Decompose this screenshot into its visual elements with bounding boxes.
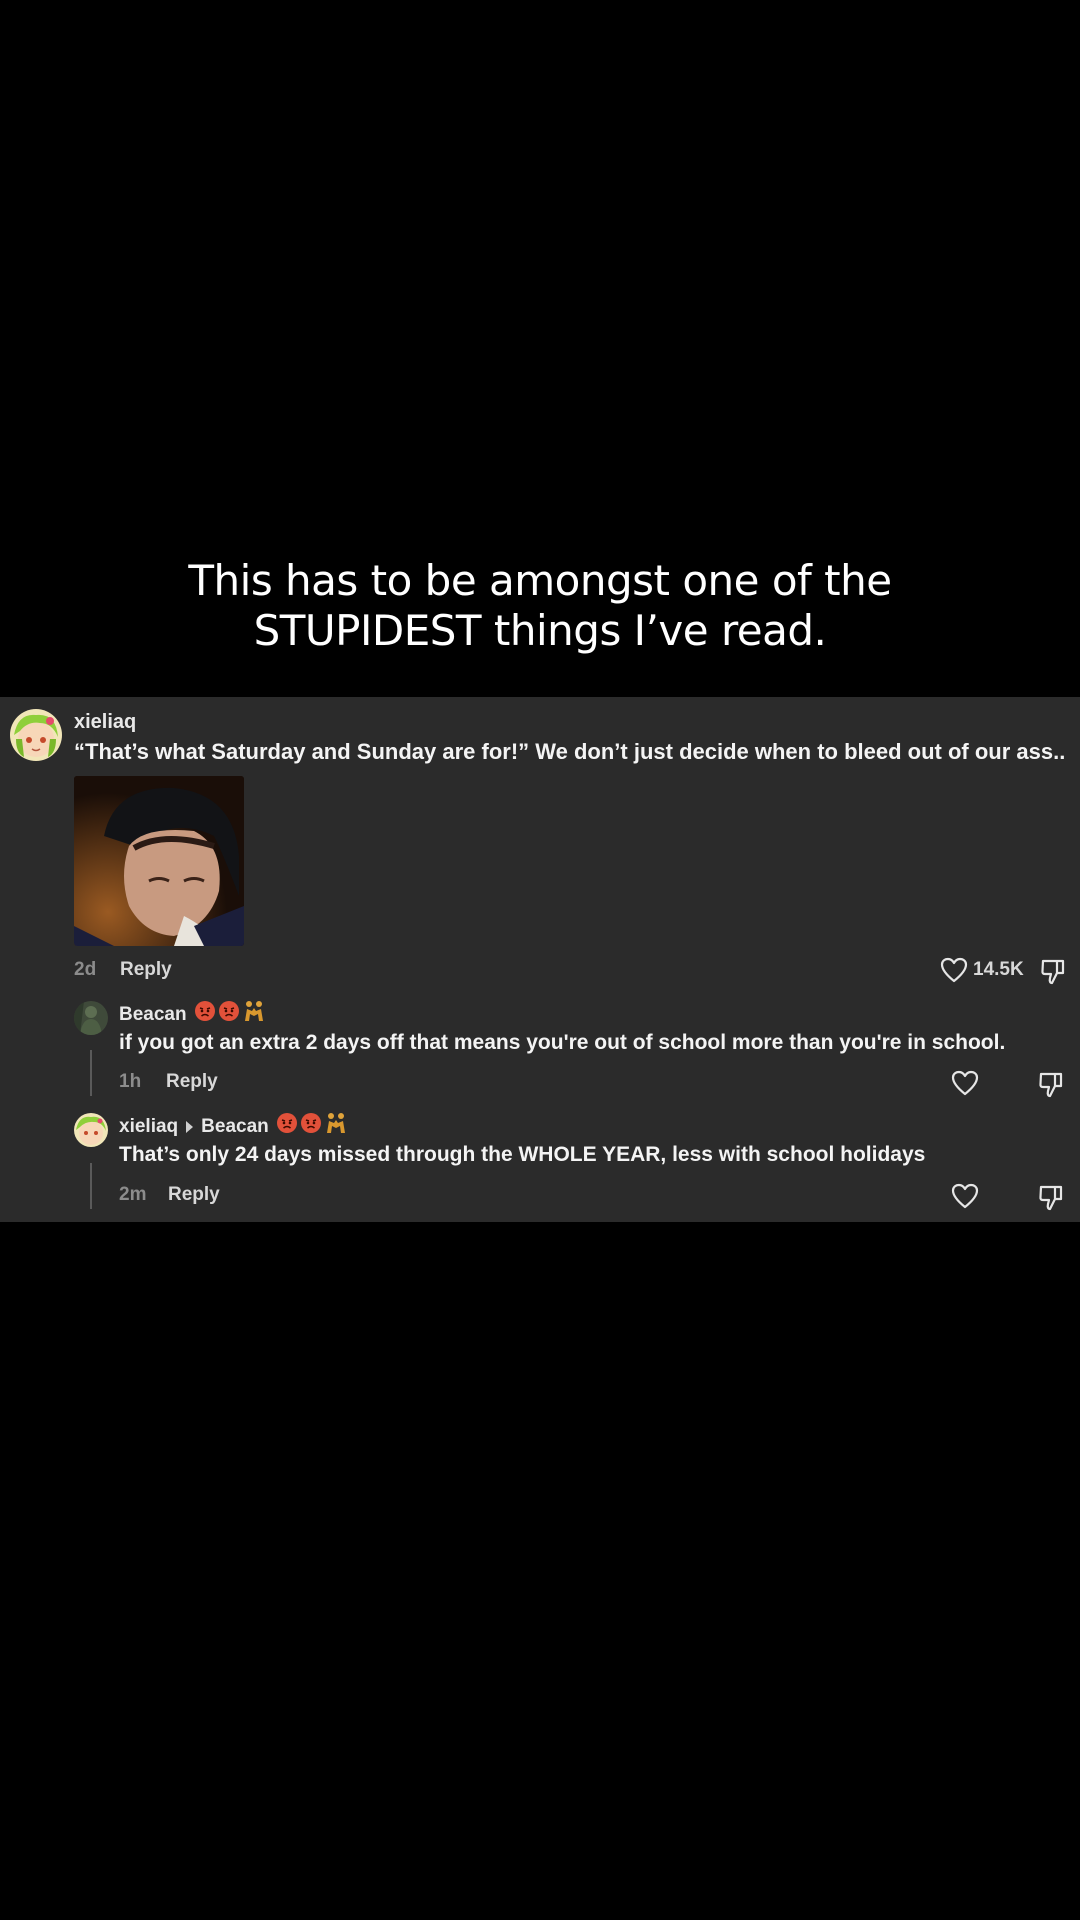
people-wrestling-emoji — [242, 1000, 266, 1030]
reply-2-username[interactable]: xieliaq — [119, 1116, 178, 1137]
reply-2-reply-to[interactable]: Beacan — [201, 1116, 269, 1137]
avatar-image — [10, 709, 62, 761]
reply-1-reply-button[interactable]: Reply — [166, 1071, 218, 1093]
reply-1-text: if you got an extra 2 days off that mean… — [119, 1031, 1006, 1054]
people-wrestling-emoji — [324, 1112, 348, 1142]
heart-icon[interactable] — [951, 1183, 979, 1209]
reply-2-time: 2m — [119, 1184, 147, 1205]
thread-line — [90, 1163, 92, 1209]
reply-2-text: That’s only 24 days missed through the W… — [119, 1143, 926, 1166]
angry-face-emoji — [300, 1112, 322, 1142]
caption-line-1: This has to be amongst one of the — [188, 556, 892, 605]
caption-line-2: STUPIDEST things I’ve read. — [253, 606, 827, 655]
reply-1-username-text[interactable]: Beacan — [119, 1004, 187, 1025]
comment-time: 2d — [74, 959, 97, 980]
avatar-image — [74, 1001, 108, 1035]
reply-button[interactable]: Reply — [120, 959, 172, 981]
thumbs-down-icon[interactable] — [1040, 957, 1066, 985]
like-count: 14.5K — [973, 959, 1024, 980]
thread-line — [90, 1050, 92, 1096]
reply-2-reply-button[interactable]: Reply — [168, 1184, 220, 1206]
thumbs-down-icon[interactable] — [1038, 1070, 1064, 1098]
reply-1-time: 1h — [119, 1071, 142, 1092]
caret-right-icon — [186, 1121, 194, 1133]
reply-1-username: Beacan — [119, 1000, 266, 1030]
angry-face-emoji — [194, 1000, 216, 1030]
heart-icon[interactable] — [940, 957, 968, 983]
thumbs-down-icon[interactable] — [1038, 1183, 1064, 1211]
angry-face-emoji — [218, 1000, 240, 1030]
comment-text: “That’s what Saturday and Sunday are for… — [74, 739, 1066, 764]
comment-username[interactable]: xieliaq — [74, 709, 136, 735]
avatar[interactable] — [74, 1113, 108, 1147]
avatar-image — [74, 1113, 108, 1147]
avatar[interactable] — [10, 709, 62, 761]
reply-2-header: xieliaq Beacan — [119, 1112, 348, 1142]
comment-image[interactable] — [74, 776, 244, 946]
comment-image-content — [74, 776, 244, 946]
avatar[interactable] — [74, 1001, 108, 1035]
heart-icon[interactable] — [951, 1070, 979, 1096]
angry-face-emoji — [276, 1112, 298, 1142]
video-caption: This has to be amongst one of the STUPID… — [0, 556, 1080, 656]
